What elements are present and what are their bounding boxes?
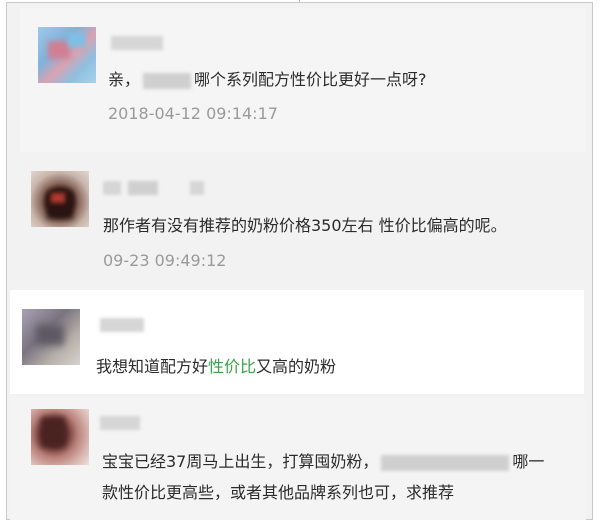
user-avatar-icon[interactable] [22,309,80,365]
user-avatar-icon[interactable] [31,171,89,227]
comment-timestamp: 2018-04-12 09:14:17 [108,104,278,123]
username-blurred [128,181,158,195]
username-blurred [111,36,163,50]
user-avatar-icon[interactable] [38,27,96,83]
username-blurred [100,318,144,332]
comment-text: 那作者有没有推荐的奶粉价格350左右 性价比偏高的呢。 [103,216,507,235]
comment-card [10,290,584,394]
comment-text-line: 款性价比更高些，或者其他品牌系列也可，求推荐 [102,483,455,502]
username-blurred [100,416,140,430]
redacted-text [381,454,510,471]
comment-text-line: 宝宝已经37周马上出生，打算囤奶粉， 哪一 [102,452,545,471]
user-avatar-icon[interactable] [31,409,89,465]
username-blurred [190,181,204,195]
redacted-text [143,72,192,89]
username-blurred [103,181,121,195]
comment-text: 亲， 哪个系列配方性价比更好一点呀? [108,70,427,89]
comment-text: 我想知道配方好性价比又高的奶粉 [96,357,337,376]
highlighted-keyword[interactable]: 性价比 [208,357,256,376]
comment-timestamp: 09-23 09:49:12 [103,251,227,270]
